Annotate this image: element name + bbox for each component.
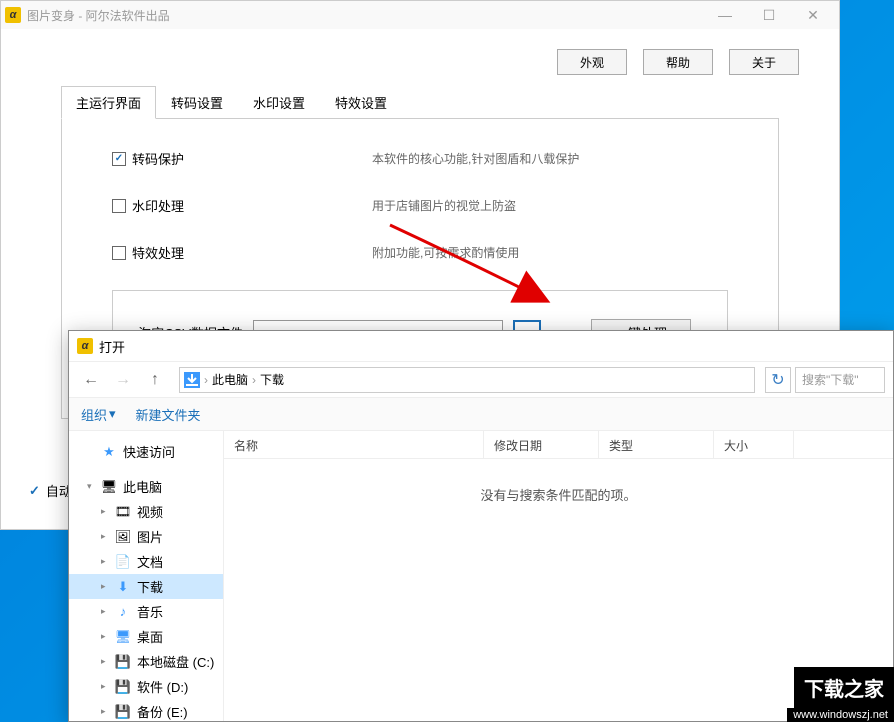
downloads-folder-icon [184, 372, 200, 388]
dialog-body: ★快速访问 ▾🖥此电脑 ▸🎞视频 ▸🖼图片 ▸📄文档 ▸⬇下载 ▸♪音乐 ▸🖥桌… [69, 431, 893, 721]
star-icon: ★ [101, 444, 117, 460]
watermark-url: www.windowszj.net [787, 708, 894, 722]
drive-icon: 💾 [115, 704, 131, 720]
video-icon: 🎞 [115, 504, 131, 520]
search-input[interactable]: 搜索"下载" [795, 367, 885, 393]
tab-strip: 主运行界面 转码设置 水印设置 特效设置 [61, 85, 779, 119]
organize-menu[interactable]: 组织 ▾ [81, 405, 116, 424]
window-controls: — ☐ ✕ [703, 1, 835, 29]
col-date[interactable]: 修改日期 [484, 431, 599, 458]
checkbox-effect-process[interactable] [112, 246, 126, 260]
label-watermark-process: 水印处理 [132, 196, 184, 215]
new-folder-button[interactable]: 新建文件夹 [136, 405, 201, 424]
caret-right-icon: ▸ [101, 631, 109, 642]
monitor-icon: 🖥 [101, 479, 117, 495]
row-transcode-protect: 转码保护 本软件的核心功能,针对图盾和八载保护 [112, 149, 728, 168]
download-icon: ⬇ [115, 579, 131, 595]
sidebar-this-pc[interactable]: ▾🖥此电脑 [69, 474, 223, 499]
chevron-down-icon: ▾ [109, 406, 116, 422]
file-list-area: 名称 修改日期 类型 大小 没有与搜索条件匹配的项。 [224, 431, 893, 721]
col-name[interactable]: 名称 [224, 431, 484, 458]
caret-right-icon: ▸ [101, 706, 109, 717]
help-button[interactable]: 帮助 [643, 49, 713, 75]
caret-down-icon: ▾ [87, 481, 95, 492]
dialog-nav-bar: ← → ↑ › 此电脑 › 下载 ↻ 搜索"下载" [69, 361, 893, 397]
minimize-button[interactable]: — [703, 1, 747, 29]
breadcrumb-downloads[interactable]: 下载 [260, 371, 284, 388]
row-effect-process: 特效处理 附加功能,可按需求酌情使用 [112, 243, 728, 262]
breadcrumb-this-pc[interactable]: 此电脑 [212, 371, 248, 388]
tab-watermark[interactable]: 水印设置 [238, 86, 320, 119]
sidebar-downloads[interactable]: ▸⬇下载 [69, 574, 223, 599]
caret-right-icon: ▸ [101, 581, 109, 592]
desc-effect-process: 附加功能,可按需求酌情使用 [372, 244, 519, 261]
window-title: 图片变身 - 阿尔法软件出品 [27, 7, 703, 24]
caret-right-icon: ▸ [101, 656, 109, 667]
auto-checkbox-row: 自动 [29, 481, 72, 500]
row-watermark-process: 水印处理 用于店铺图片的视觉上防盗 [112, 196, 728, 215]
close-button[interactable]: ✕ [791, 1, 835, 29]
refresh-button[interactable]: ↻ [765, 367, 791, 393]
breadcrumb[interactable]: › 此电脑 › 下载 [179, 367, 755, 393]
tab-transcode[interactable]: 转码设置 [156, 86, 238, 119]
caret-right-icon: ▸ [101, 681, 109, 692]
list-header: 名称 修改日期 类型 大小 [224, 431, 893, 459]
caret-right-icon: ▸ [101, 531, 109, 542]
maximize-button[interactable]: ☐ [747, 1, 791, 29]
sidebar-disk-e[interactable]: ▸💾备份 (E:) [69, 699, 223, 721]
desc-watermark-process: 用于店铺图片的视觉上防盗 [372, 197, 516, 214]
document-icon: 📄 [115, 554, 131, 570]
sidebar-pictures[interactable]: ▸🖼图片 [69, 524, 223, 549]
music-icon: ♪ [115, 604, 131, 620]
chevron-right-icon: › [204, 373, 208, 387]
empty-message: 没有与搜索条件匹配的项。 [224, 459, 893, 530]
dialog-title-bar: α 打开 [69, 331, 893, 361]
sidebar-documents[interactable]: ▸📄文档 [69, 549, 223, 574]
drive-icon: 💾 [115, 654, 131, 670]
checkbox-watermark-process[interactable] [112, 199, 126, 213]
dialog-toolbar: 组织 ▾ 新建文件夹 [69, 397, 893, 431]
nav-forward-button[interactable]: → [109, 366, 137, 394]
watermark-logo: 下载之家 [794, 667, 894, 708]
tab-effect[interactable]: 特效设置 [320, 86, 402, 119]
sidebar-disk-c[interactable]: ▸💾本地磁盘 (C:) [69, 649, 223, 674]
sidebar-quick-access[interactable]: ★快速访问 [69, 439, 223, 464]
sidebar-disk-d[interactable]: ▸💾软件 (D:) [69, 674, 223, 699]
about-button[interactable]: 关于 [729, 49, 799, 75]
pictures-icon: 🖼 [115, 529, 131, 545]
sidebar-music[interactable]: ▸♪音乐 [69, 599, 223, 624]
sidebar-videos[interactable]: ▸🎞视频 [69, 499, 223, 524]
nav-back-button[interactable]: ← [77, 366, 105, 394]
file-open-dialog: α 打开 ← → ↑ › 此电脑 › 下载 ↻ 搜索"下载" 组织 ▾ 新建文件… [68, 330, 894, 722]
caret-right-icon: ▸ [101, 556, 109, 567]
checkbox-auto[interactable] [29, 483, 40, 499]
app-icon: α [5, 7, 21, 23]
checkbox-transcode-protect[interactable] [112, 152, 126, 166]
desktop-icon: 🖥 [115, 629, 131, 645]
tab-main[interactable]: 主运行界面 [61, 86, 156, 119]
title-bar: α 图片变身 - 阿尔法软件出品 — ☐ ✕ [1, 1, 839, 29]
appearance-button[interactable]: 外观 [557, 49, 627, 75]
desc-transcode-protect: 本软件的核心功能,针对图盾和八载保护 [372, 150, 579, 167]
dialog-sidebar: ★快速访问 ▾🖥此电脑 ▸🎞视频 ▸🖼图片 ▸📄文档 ▸⬇下载 ▸♪音乐 ▸🖥桌… [69, 431, 224, 721]
sidebar-desktop[interactable]: ▸🖥桌面 [69, 624, 223, 649]
dialog-app-icon: α [77, 338, 93, 354]
top-button-row: 外观 帮助 关于 [1, 29, 839, 85]
caret-right-icon: ▸ [101, 506, 109, 517]
dialog-title: 打开 [99, 337, 125, 356]
label-transcode-protect: 转码保护 [132, 149, 184, 168]
label-effect-process: 特效处理 [132, 243, 184, 262]
col-type[interactable]: 类型 [599, 431, 714, 458]
caret-right-icon: ▸ [101, 606, 109, 617]
drive-icon: 💾 [115, 679, 131, 695]
col-size[interactable]: 大小 [714, 431, 794, 458]
chevron-right-icon: › [252, 373, 256, 387]
nav-up-button[interactable]: ↑ [141, 366, 169, 394]
